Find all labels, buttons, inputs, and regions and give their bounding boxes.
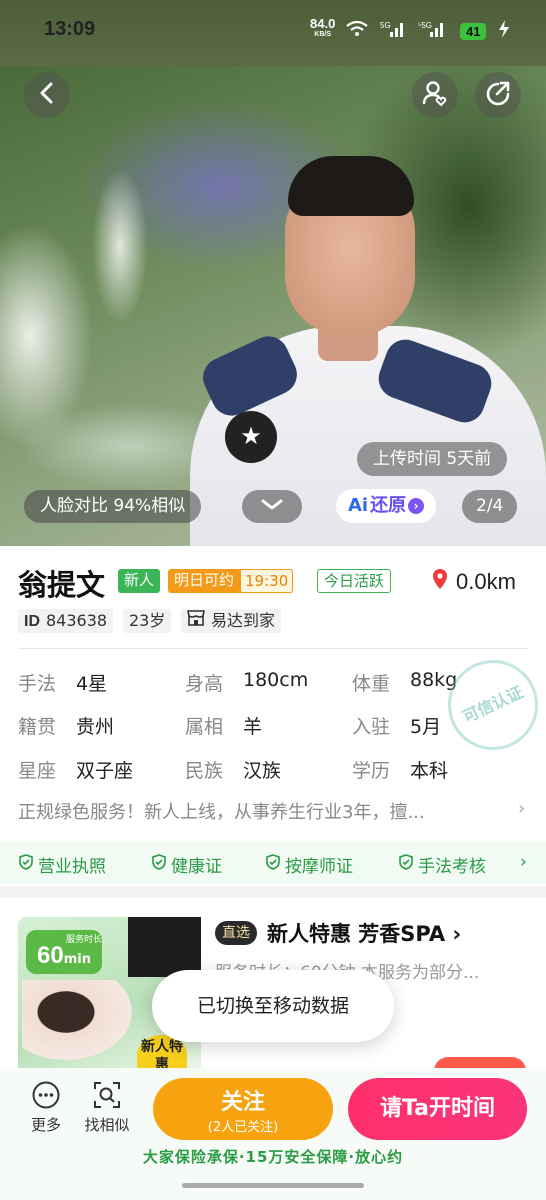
id-chip: ID 843638 — [18, 609, 114, 633]
check-shield-icon — [398, 854, 414, 875]
availability-time: 19:30 — [240, 569, 294, 593]
attr-value-education: 本科 — [410, 760, 449, 782]
service-image-figure — [128, 917, 201, 977]
shop-icon — [187, 609, 205, 633]
status-icons: 5G ⁵5G 41 — [346, 20, 510, 42]
user-heart-button[interactable] — [412, 72, 458, 118]
attr-label-ethnicity: 民族 — [185, 760, 224, 782]
attr-label-hometown: 籍贯 — [18, 716, 57, 738]
duration-caption: 服务时长 — [66, 935, 103, 945]
shop-name: 易达到家 — [211, 611, 276, 630]
id-label: ID — [24, 613, 40, 630]
svg-text:5G: 5G — [380, 21, 391, 30]
attr-value-constellation: 双子座 — [76, 760, 134, 782]
therapist-name: 翁提文 — [18, 568, 106, 602]
location-pin-icon — [432, 568, 448, 596]
cert-label: 营业执照 — [38, 857, 106, 877]
availability-badge: 明日可约 19:30 — [168, 569, 294, 593]
duration-unit: min — [63, 952, 91, 967]
cert-label: 健康证 — [171, 857, 222, 877]
chevron-left-icon — [37, 82, 57, 108]
duration-minutes: 60 — [37, 942, 64, 969]
chevron-right-icon[interactable]: › — [518, 798, 525, 819]
find-similar-icon — [92, 1080, 122, 1110]
direct-select-tag: 直选 — [215, 921, 257, 945]
check-shield-icon — [151, 854, 167, 875]
home-indicator[interactable] — [182, 1183, 364, 1188]
battery-indicator: 41 — [460, 22, 487, 40]
divider — [18, 648, 528, 649]
cert-business-license[interactable]: 营业执照 — [18, 852, 106, 877]
attr-value-technique: 4星 — [76, 673, 108, 695]
cert-label: 手法考核 — [418, 857, 486, 877]
active-today-badge: 今日活跃 — [317, 569, 392, 593]
ai-restore-label: 还原 — [370, 495, 407, 516]
age-chip: 23岁 — [123, 609, 172, 633]
network-speed: 84.0 KB/S — [310, 17, 335, 40]
follow-label: 关注 — [220, 1090, 265, 1115]
attr-label-height: 身高 — [185, 673, 224, 695]
expand-button[interactable] — [242, 490, 302, 523]
more-icon — [31, 1080, 61, 1110]
availability-label: 明日可约 — [174, 571, 235, 589]
cert-technique-assessment[interactable]: 手法考核 — [398, 852, 486, 877]
duration-badge: 服务时长 60min — [26, 930, 102, 974]
chevron-down-icon — [260, 497, 284, 516]
status-time: 13:09 — [44, 18, 96, 40]
distance-value: 0.0km — [456, 569, 516, 594]
cert-massage[interactable]: 按摩师证 — [265, 852, 353, 877]
attr-value-zodiac-animal: 羊 — [243, 716, 263, 738]
attr-label-education: 学历 — [352, 760, 391, 782]
chevron-right-icon: › — [408, 498, 425, 514]
more-label: 更多 — [30, 1116, 61, 1134]
user-heart-icon — [421, 79, 449, 111]
upload-time-label: 上传时间 5天前 — [357, 442, 508, 476]
attr-value-hometown: 贵州 — [76, 716, 115, 738]
more-button[interactable]: 更多 — [16, 1080, 76, 1135]
signal-5g-icon-2: ⁵5G — [418, 20, 448, 42]
request-time-button[interactable]: 请Ta开时间 — [348, 1078, 527, 1140]
attr-label-joined: 入驻 — [352, 716, 391, 738]
follow-button[interactable]: 关注 (2人已关注) — [153, 1078, 333, 1140]
charging-icon — [498, 20, 510, 42]
find-similar-label: 找相似 — [84, 1116, 130, 1134]
distance: 0.0km — [432, 568, 516, 596]
cert-health[interactable]: 健康证 — [151, 852, 222, 877]
attr-label-constellation: 星座 — [18, 760, 57, 782]
attr-label-weight: 体重 — [352, 673, 391, 695]
check-shield-icon — [265, 854, 281, 875]
share-button[interactable] — [475, 72, 521, 118]
attr-value-joined: 5月 — [410, 716, 442, 738]
shop-chip[interactable]: 易达到家 — [181, 609, 282, 633]
insurance-guarantee: 大家保险承保·15万安全保障·放心约 — [142, 1148, 404, 1166]
svg-text:⁵5G: ⁵5G — [418, 21, 432, 30]
attr-label-technique: 手法 — [18, 673, 57, 695]
ai-restore-prefix: Ai — [348, 495, 369, 516]
chevron-right-icon[interactable]: › — [520, 852, 527, 872]
face-match-badge[interactable]: 人脸对比 94%相似 — [24, 490, 202, 523]
follow-count: (2人已关注) — [207, 1120, 279, 1135]
photo-hair — [288, 156, 414, 216]
signal-5g-icon: 5G — [380, 20, 406, 42]
attr-label-zodiac-animal: 属相 — [185, 716, 224, 738]
star-icon: ★ — [225, 411, 277, 463]
share-icon — [484, 79, 512, 111]
new-badge: 新人 — [118, 569, 161, 593]
service-title[interactable]: 新人特惠 芳香SPA › — [267, 918, 461, 948]
id-value: 843638 — [46, 611, 108, 630]
chevron-right-icon: › — [452, 922, 462, 946]
cert-label: 按摩师证 — [285, 857, 353, 877]
intro-text[interactable]: 正规绿色服务！新人上线，从事养生行业3年，擅... — [18, 798, 498, 824]
back-button[interactable] — [24, 72, 70, 118]
service-title-text: 新人特惠 芳香SPA — [267, 922, 446, 946]
attr-value-ethnicity: 汉族 — [243, 760, 282, 782]
find-similar-button[interactable]: 找相似 — [77, 1080, 137, 1135]
wifi-icon — [346, 20, 368, 41]
check-shield-icon — [18, 854, 34, 875]
attr-value-height: 180cm — [243, 669, 309, 691]
photo-page-indicator: 2/4 — [462, 490, 518, 523]
service-image-person — [22, 980, 132, 1060]
ai-restore-button[interactable]: Ai 还原 › — [336, 489, 437, 523]
toast-message: 已切换至移动数据 — [152, 970, 394, 1042]
